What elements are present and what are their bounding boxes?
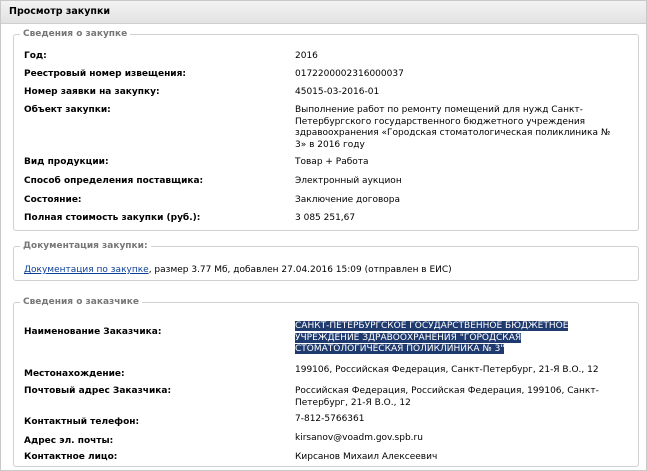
documentation-info: , размер 3.77 Мб, добавлен 27.04.2016 15… bbox=[148, 265, 452, 275]
field-email-value: kirsanov@voadm.gov.spb.ru bbox=[295, 433, 423, 443]
field-supplier-method-label: Способ определения поставщика: bbox=[24, 176, 204, 186]
field-phone-label: Контактный телефон: bbox=[24, 417, 140, 427]
field-total-cost-label: Полная стоимость закупки (руб.): bbox=[24, 213, 201, 223]
customer-info-section: Сведения о заказчике Наименование Заказч… bbox=[13, 297, 639, 467]
field-email-label: Адрес эл. почты: bbox=[24, 436, 114, 446]
field-customer-name-label: Наименование Заказчика: bbox=[24, 327, 162, 337]
field-location-value: 199106, Российская Федерация, Санкт-Пете… bbox=[295, 365, 599, 375]
field-product-type-value: Товар + Работа bbox=[295, 157, 369, 167]
purchase-view-window: Просмотр закупки Сведения о закупке Год:… bbox=[0, 0, 647, 471]
field-year-label: Год: bbox=[24, 51, 47, 61]
field-request-number-value: 45015-03-2016-01 bbox=[295, 87, 380, 97]
field-subject-label: Объект закупки: bbox=[24, 105, 111, 115]
documentation-legend: Документация закупки: bbox=[23, 241, 148, 251]
customer-info-legend: Сведения о заказчике bbox=[23, 297, 139, 307]
window-titlebar: Просмотр закупки bbox=[1, 1, 646, 24]
field-request-number-label: Номер заявки на закупку: bbox=[24, 87, 160, 97]
documentation-section: Документация закупки: Документация по за… bbox=[13, 241, 639, 281]
field-subject-value: Выполнение работ по ремонту помещений дл… bbox=[295, 105, 611, 150]
field-status-value: Заключение договора bbox=[295, 195, 401, 205]
purchase-info-section: Сведения о закупке Год: 2016 Реестровый … bbox=[13, 29, 639, 231]
field-supplier-method-value: Электронный аукцион bbox=[295, 176, 402, 186]
field-location-label: Местонахождение: bbox=[24, 369, 125, 379]
documentation-link[interactable]: Документация по закупке bbox=[24, 265, 149, 275]
documentation-line: Документация по закупке, размер 3.77 Мб,… bbox=[24, 265, 452, 275]
field-contact-person-label: Контактное лицо: bbox=[24, 452, 118, 462]
purchase-info-legend: Сведения о закупке bbox=[23, 29, 128, 39]
field-contact-person-value: Кирсанов Михаил Алексеевич bbox=[295, 452, 438, 462]
field-postal-address-value: Российская Федерация, Российская Федерац… bbox=[295, 386, 599, 408]
field-product-type-label: Вид продукции: bbox=[24, 157, 109, 167]
customer-name-selected-text: САНКТ-ПЕТЕРБУРГСКОЕ ГОСУДАРСТВЕННОЕ БЮДЖ… bbox=[295, 321, 569, 354]
field-customer-name-value: САНКТ-ПЕТЕРБУРГСКОЕ ГОСУДАРСТВЕННОЕ БЮДЖ… bbox=[295, 321, 595, 356]
window-title: Просмотр закупки bbox=[9, 6, 111, 17]
field-notice-number-value: 0172200002316000037 bbox=[295, 69, 404, 79]
field-status-label: Состояние: bbox=[24, 195, 82, 205]
field-phone-value: 7-812-5766361 bbox=[295, 414, 365, 424]
field-total-cost-value: 3 085 251,67 bbox=[295, 213, 356, 223]
field-notice-number-label: Реестровый номер извещения: bbox=[24, 69, 186, 79]
field-postal-address-label: Почтовый адрес Заказчика: bbox=[24, 386, 172, 396]
field-year-value: 2016 bbox=[295, 51, 318, 61]
